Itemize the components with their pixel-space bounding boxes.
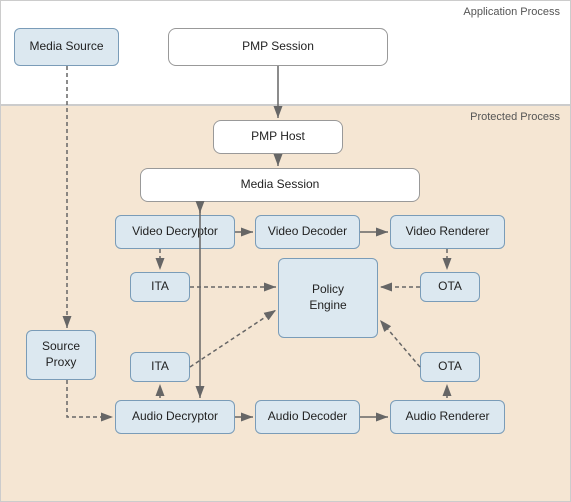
app-region-label: Application Process: [463, 6, 560, 18]
audio-renderer-box: Audio Renderer: [390, 400, 505, 434]
video-renderer-box: Video Renderer: [390, 215, 505, 249]
source-proxy-box: Source Proxy: [26, 330, 96, 380]
ita-bottom-box: ITA: [130, 352, 190, 382]
audio-decryptor-box: Audio Decryptor: [115, 400, 235, 434]
video-decryptor-box: Video Decryptor: [115, 215, 235, 249]
media-source-box: Media Source: [14, 28, 119, 66]
ota-bottom-box: OTA: [420, 352, 480, 382]
pmp-host-box: PMP Host: [213, 120, 343, 154]
media-session-box: Media Session: [140, 168, 420, 202]
ota-top-box: OTA: [420, 272, 480, 302]
protected-region-label: Protected Process: [470, 111, 560, 123]
ita-top-box: ITA: [130, 272, 190, 302]
pmp-session-box: PMP Session: [168, 28, 388, 66]
video-decoder-box: Video Decoder: [255, 215, 360, 249]
audio-decoder-box: Audio Decoder: [255, 400, 360, 434]
policy-engine-box: Policy Engine: [278, 258, 378, 338]
